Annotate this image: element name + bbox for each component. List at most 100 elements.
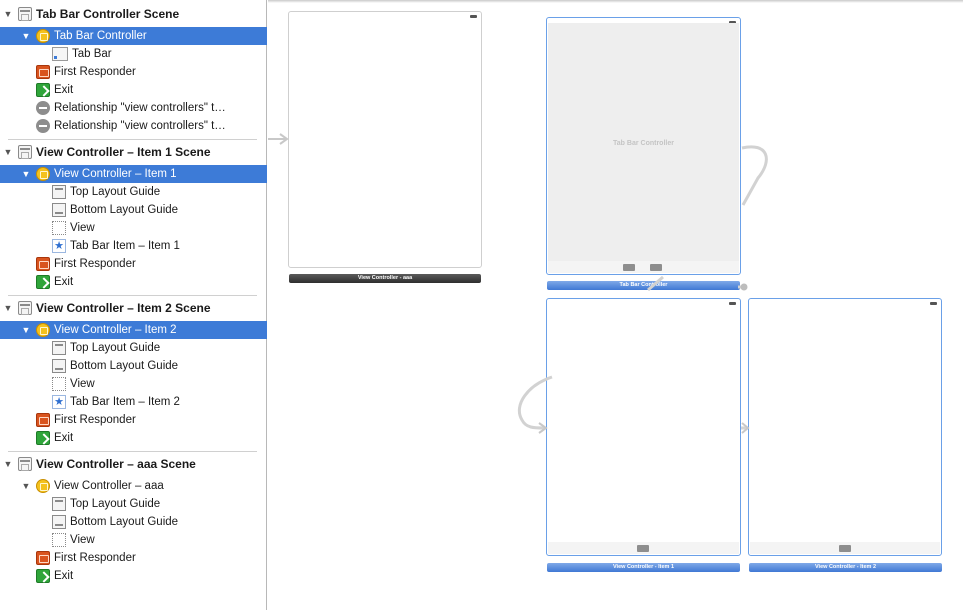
view-controller-icon [36, 167, 50, 181]
outline-item-view-controller-aaa[interactable]: ▼ View Controller – aaa [0, 477, 267, 495]
layout-guide-icon [52, 497, 66, 511]
outline-item-tab-bar-item[interactable]: ★ Tab Bar Item – Item 1 [0, 237, 267, 255]
outline-item-relationship[interactable]: Relationship "view controllers" t… [0, 117, 267, 135]
outline-item-label: Top Layout Guide [70, 498, 161, 510]
outline-item-view-controller-item-2[interactable]: ▼ View Controller – Item 2 [0, 321, 267, 339]
outline-item-tab-bar-controller[interactable]: ▼ Tab Bar Controller [0, 27, 267, 45]
view-controller-icon [36, 479, 50, 493]
scene-title: View Controller – aaa Scene [36, 457, 196, 471]
scene-divider [8, 451, 257, 452]
disclosure-triangle-icon[interactable]: ▼ [2, 147, 14, 157]
outline-item-label: View Controller – aaa [54, 480, 164, 492]
outline-item-exit[interactable]: Exit [0, 567, 267, 585]
layout-guide-icon [52, 203, 66, 217]
outline-item-label: Tab Bar Item – Item 1 [70, 240, 180, 252]
layout-guide-icon [52, 341, 66, 355]
star-icon: ★ [52, 395, 66, 409]
outline-item-label: Bottom Layout Guide [70, 204, 179, 216]
view-controller-icon [36, 29, 50, 43]
scene-divider [8, 295, 257, 296]
scene-title: View Controller – Item 2 Scene [36, 301, 211, 315]
outline-scene-item-2[interactable]: ▼ View Controller – Item 2 Scene [0, 299, 267, 317]
star-icon: ★ [52, 239, 66, 253]
outline-item-label: View [70, 534, 95, 546]
outline-item-top-layout-guide[interactable]: Top Layout Guide [0, 183, 267, 201]
outline-item-label: Bottom Layout Guide [70, 360, 179, 372]
outline-item-label: Relationship "view controllers" t… [54, 120, 226, 132]
first-responder-icon [36, 551, 50, 565]
relationship-segue-item-2[interactable] [741, 145, 768, 206]
disclosure-triangle-icon[interactable]: ▼ [2, 9, 14, 19]
view-icon [52, 377, 66, 391]
segue-connectors [268, 133, 768, 434]
outline-scene-item-1[interactable]: ▼ View Controller – Item 1 Scene [0, 143, 267, 161]
outline-item-label: Exit [54, 276, 74, 288]
outline-item-label: First Responder [54, 552, 136, 564]
outline-item-label: Bottom Layout Guide [70, 516, 179, 528]
outline-item-tab-bar-item[interactable]: ★ Tab Bar Item – Item 2 [0, 393, 267, 411]
outline-item-relationship[interactable]: Relationship "view controllers" t… [0, 99, 267, 117]
scene-icon [18, 145, 32, 159]
outline-item-tab-bar[interactable]: Tab Bar [0, 45, 267, 63]
layout-guide-icon [52, 185, 66, 199]
outline-item-top-layout-guide[interactable]: Top Layout Guide [0, 339, 267, 357]
outline-item-label: Tab Bar Item – Item 2 [70, 396, 180, 408]
view-controller-icon [36, 323, 50, 337]
outline-item-first-responder[interactable]: First Responder [0, 63, 267, 81]
exit-icon [36, 83, 50, 97]
outline-item-label: Top Layout Guide [70, 342, 161, 354]
outline-item-label: Top Layout Guide [70, 186, 161, 198]
outline-item-top-layout-guide[interactable]: Top Layout Guide [0, 495, 267, 513]
scene-title: Tab Bar Controller Scene [36, 7, 180, 21]
outline-item-label: View [70, 222, 95, 234]
outline-item-label: First Responder [54, 414, 136, 426]
exit-icon [36, 569, 50, 583]
outline-item-first-responder[interactable]: First Responder [0, 255, 267, 273]
disclosure-triangle-icon[interactable]: ▼ [2, 303, 14, 313]
disclosure-triangle-icon[interactable]: ▼ [20, 169, 32, 179]
exit-icon [36, 431, 50, 445]
outline-item-view[interactable]: View [0, 375, 267, 393]
relationship-segue-icon [36, 119, 50, 133]
outline-item-label: View Controller – Item 2 [54, 324, 177, 336]
relationship-segue-item-1[interactable] [517, 375, 553, 430]
outline-item-exit[interactable]: Exit [0, 273, 267, 291]
outline-item-view-controller-item-1[interactable]: ▼ View Controller – Item 1 [0, 165, 267, 183]
scene-icon [18, 457, 32, 471]
outline-item-bottom-layout-guide[interactable]: Bottom Layout Guide [0, 513, 267, 531]
outline-item-label: Tab Bar Controller [54, 30, 147, 42]
outline-item-label: Relationship "view controllers" t… [54, 102, 226, 114]
relationship-segue-link[interactable] [647, 275, 744, 292]
scene-divider [8, 139, 257, 140]
outline-item-bottom-layout-guide[interactable]: Bottom Layout Guide [0, 357, 267, 375]
outline-item-label: Exit [54, 570, 74, 582]
disclosure-triangle-icon[interactable]: ▼ [20, 31, 32, 41]
disclosure-triangle-icon[interactable]: ▼ [2, 459, 14, 469]
outline-item-label: View Controller – Item 1 [54, 168, 177, 180]
document-outline: ▼ Tab Bar Controller Scene ▼ Tab Bar Con… [0, 0, 267, 610]
outline-item-first-responder[interactable]: First Responder [0, 549, 267, 567]
scene-icon [18, 7, 32, 21]
disclosure-triangle-icon[interactable]: ▼ [20, 481, 32, 491]
outline-item-exit[interactable]: Exit [0, 429, 267, 447]
exit-icon [36, 275, 50, 289]
outline-item-label: Exit [54, 84, 74, 96]
layout-guide-icon [52, 359, 66, 373]
first-responder-icon [36, 413, 50, 427]
outline-item-first-responder[interactable]: First Responder [0, 411, 267, 429]
segue-node-icon[interactable] [740, 283, 748, 291]
outline-item-view[interactable]: View [0, 219, 267, 237]
outline-item-label: View [70, 378, 95, 390]
view-icon [52, 533, 66, 547]
outline-item-view[interactable]: View [0, 531, 267, 549]
relationship-segue-icon [36, 101, 50, 115]
outline-item-exit[interactable]: Exit [0, 81, 267, 99]
scene-title: View Controller – Item 1 Scene [36, 145, 211, 159]
outline-item-label: First Responder [54, 258, 136, 270]
outline-scene-tab-bar-controller[interactable]: ▼ Tab Bar Controller Scene [0, 5, 267, 23]
outline-item-bottom-layout-guide[interactable]: Bottom Layout Guide [0, 201, 267, 219]
disclosure-triangle-icon[interactable]: ▼ [20, 325, 32, 335]
first-responder-icon [36, 257, 50, 271]
outline-scene-aaa[interactable]: ▼ View Controller – aaa Scene [0, 455, 267, 473]
layout-guide-icon [52, 515, 66, 529]
